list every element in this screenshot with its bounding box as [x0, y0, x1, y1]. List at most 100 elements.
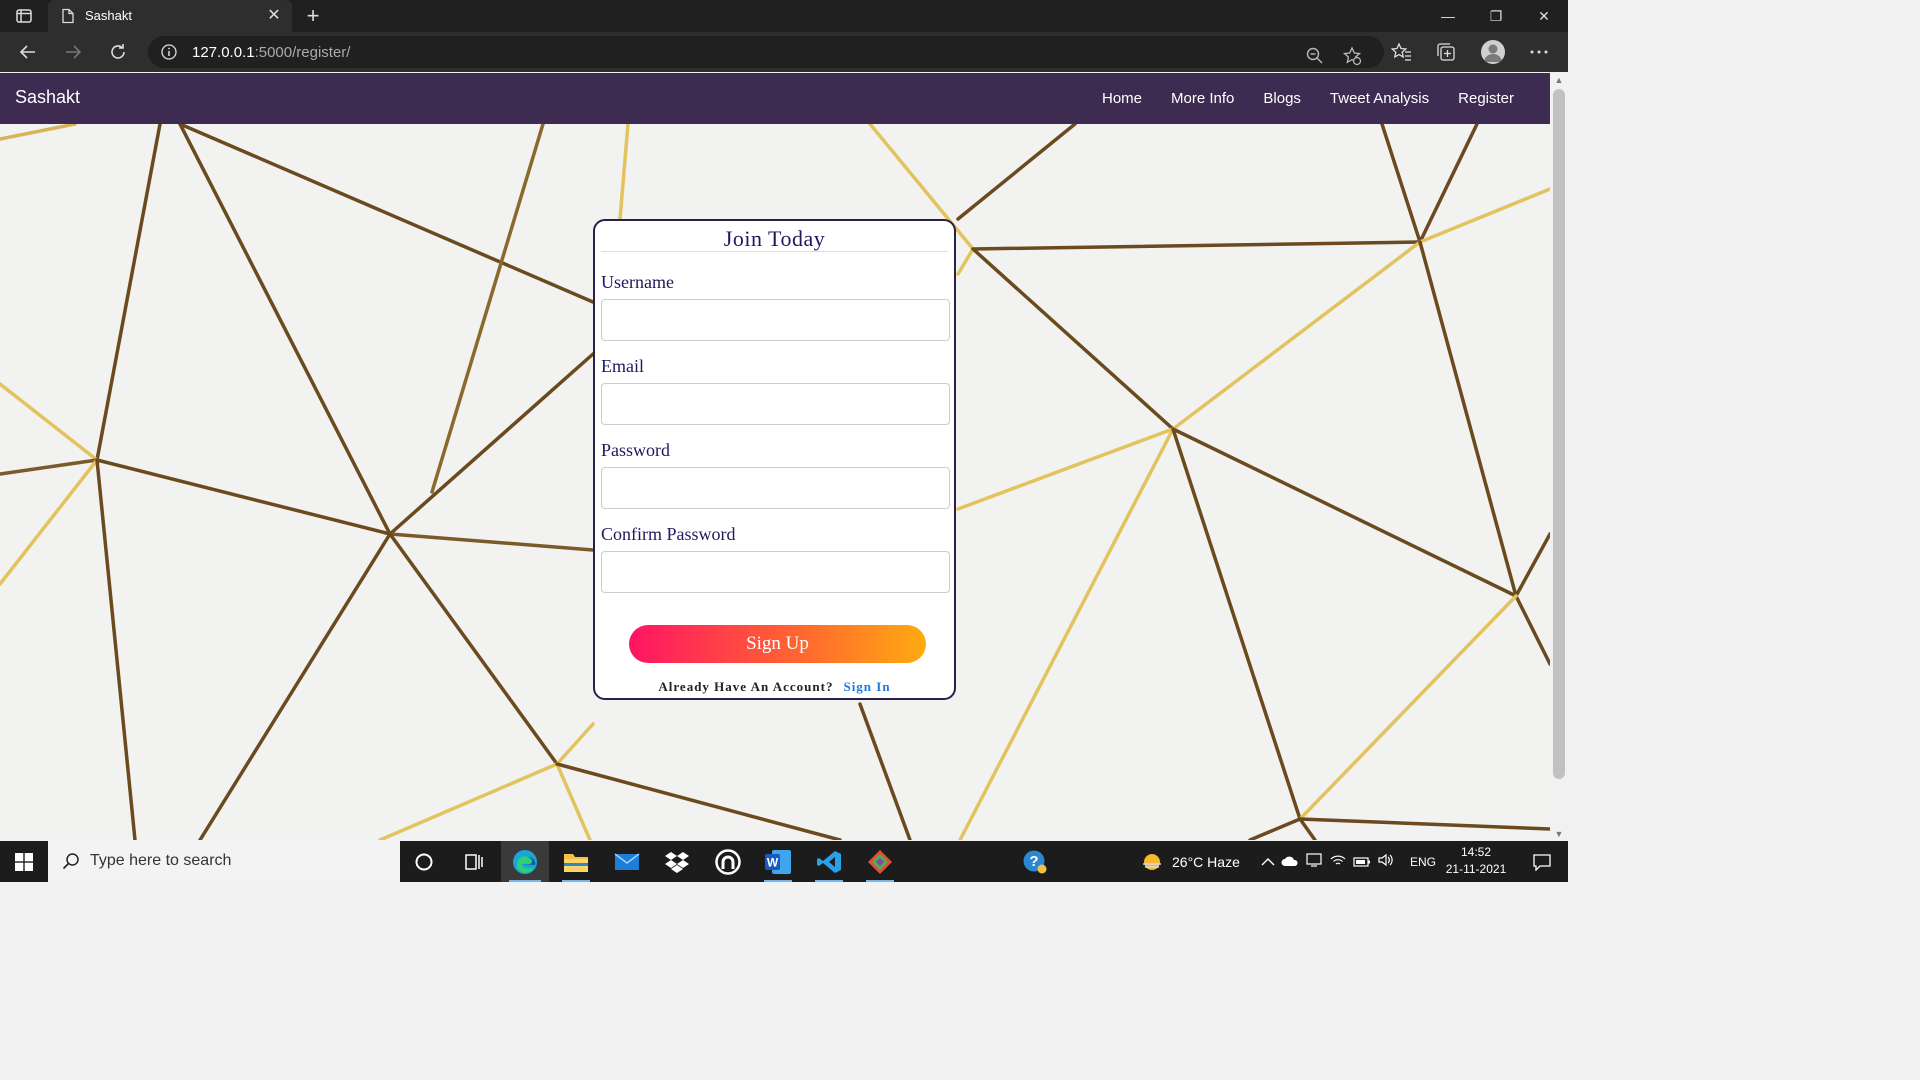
email-input[interactable] — [601, 383, 950, 425]
close-window-button[interactable]: ✕ — [1520, 0, 1568, 32]
weather-widget[interactable]: 26°C Haze — [1140, 841, 1240, 882]
folder-icon — [564, 853, 588, 872]
window-controls: — ❐ ✕ — [1424, 0, 1568, 32]
site-info-icon[interactable] — [160, 43, 178, 61]
task-view-icon — [465, 853, 483, 870]
wifi-icon[interactable] — [1326, 853, 1350, 870]
password-label: Password — [601, 440, 671, 460]
notification-display-icon[interactable] — [1302, 853, 1326, 870]
nav-blogs[interactable]: Blogs — [1263, 90, 1301, 107]
already-account-text: Already Have An Account? — [658, 679, 834, 694]
word-icon: W — [765, 849, 791, 874]
url-host: 127.0.0.1 — [192, 44, 255, 61]
more-options-icon[interactable] — [1527, 40, 1551, 64]
git-app-icon — [868, 849, 892, 874]
address-bar[interactable]: 127.0.0.1:5000/register/ — [148, 36, 1384, 68]
forward-arrow-icon — [66, 45, 82, 59]
windows-taskbar: Type here to search W ? 26°C Haze ENG 14… — [0, 841, 1568, 882]
taskbar-help[interactable]: ? — [1011, 841, 1059, 882]
taskbar-vscode[interactable] — [805, 841, 853, 882]
scroll-up-icon[interactable]: ▲ — [1550, 73, 1568, 87]
refresh-button[interactable] — [104, 38, 132, 66]
taskbar-search[interactable]: Type here to search — [48, 841, 400, 882]
taskbar-git-app[interactable] — [856, 841, 904, 882]
email-label: Email — [601, 356, 644, 376]
restore-button[interactable]: ❐ — [1472, 0, 1520, 32]
weather-text: 26°C Haze — [1172, 853, 1240, 870]
forward-button[interactable] — [59, 38, 87, 66]
nav-more-info[interactable]: More Info — [1171, 90, 1234, 107]
chevron-up-icon[interactable] — [1258, 854, 1278, 870]
username-input[interactable] — [601, 299, 950, 341]
action-center-button[interactable] — [1518, 841, 1566, 882]
svg-text:W: W — [767, 855, 779, 869]
taskbar-file-explorer[interactable] — [552, 841, 600, 882]
nav-home[interactable]: Home — [1102, 90, 1142, 107]
sign-up-button[interactable]: Sign Up — [629, 625, 926, 663]
mail-icon — [614, 852, 640, 870]
taskbar-mail[interactable] — [603, 841, 651, 882]
site-navbar: Sashakt Home More Info Blogs Tweet Analy… — [0, 73, 1550, 124]
password-input[interactable] — [601, 467, 950, 509]
username-label: Username — [601, 272, 674, 292]
edge-icon — [513, 849, 537, 874]
nav-links: Home More Info Blogs Tweet Analysis Regi… — [1073, 73, 1514, 124]
register-card: Join Today Username Email Password Confi… — [593, 219, 956, 700]
onedrive-icon[interactable] — [1278, 854, 1302, 870]
browser-toolbar: 127.0.0.1:5000/register/ — [0, 32, 1568, 72]
vscode-icon — [817, 850, 841, 873]
language-indicator[interactable]: ENG — [1410, 855, 1436, 869]
help-icon: ? — [1023, 850, 1047, 873]
scroll-down-icon[interactable]: ▼ — [1550, 827, 1568, 841]
tab-title: Sashakt — [85, 8, 132, 23]
cortana-icon — [415, 853, 433, 870]
confirm-password-input[interactable] — [601, 551, 950, 593]
taskbar-dropbox[interactable] — [653, 841, 701, 882]
taskbar-word[interactable]: W — [754, 841, 802, 882]
page-scrollbar[interactable]: ▲ ▼ — [1550, 73, 1568, 841]
task-view-button[interactable] — [450, 841, 498, 882]
nav-register[interactable]: Register — [1458, 90, 1514, 107]
cortana-button[interactable] — [400, 841, 448, 882]
scrollbar-thumb[interactable] — [1553, 89, 1565, 779]
browser-tab-active[interactable]: Sashakt ✕ — [48, 0, 292, 32]
volume-icon[interactable] — [1374, 853, 1398, 870]
tab-close-icon[interactable]: ✕ — [264, 6, 284, 26]
clock-time: 14:52 — [1460, 845, 1492, 859]
taskbar-edge[interactable] — [501, 841, 549, 882]
title-divider — [601, 251, 948, 252]
dropbox-icon — [665, 851, 689, 873]
confirm-password-label: Confirm Password — [601, 524, 736, 544]
signin-prompt: Already Have An Account? Sign In — [595, 679, 954, 695]
github-desktop-icon — [715, 848, 741, 875]
search-placeholder: Type here to search — [90, 852, 232, 869]
page-icon — [60, 8, 76, 24]
notification-icon — [1533, 853, 1551, 871]
sign-in-link[interactable]: Sign In — [843, 679, 890, 694]
url-path: :5000/register/ — [254, 44, 351, 61]
svg-text:?: ? — [1029, 853, 1038, 870]
collections-icon[interactable] — [1434, 40, 1458, 64]
taskbar-clock[interactable]: 14:52 21-11-2021 — [1440, 844, 1512, 878]
clock-date: 21-11-2021 — [1445, 862, 1507, 876]
sun-haze-icon — [1143, 853, 1161, 870]
battery-icon[interactable] — [1350, 854, 1374, 870]
add-favorite-icon[interactable] — [1342, 46, 1362, 66]
profile-avatar[interactable] — [1481, 40, 1505, 64]
zoom-icon[interactable] — [1305, 46, 1325, 66]
system-tray: ENG — [1258, 841, 1436, 882]
refresh-icon — [111, 44, 125, 59]
back-button[interactable] — [14, 38, 42, 66]
new-tab-button[interactable]: + — [302, 4, 324, 28]
windows-logo-icon — [15, 852, 33, 871]
favorites-icon[interactable] — [1389, 40, 1413, 64]
browser-tab-strip: Sashakt ✕ + — ❐ ✕ — [0, 0, 1568, 32]
form-title: Join Today — [723, 226, 826, 251]
tab-actions-icon[interactable] — [14, 6, 34, 26]
url-text: 127.0.0.1:5000/register/ — [192, 44, 350, 61]
taskbar-github-desktop[interactable] — [704, 841, 752, 882]
nav-tweet-analysis[interactable]: Tweet Analysis — [1330, 90, 1429, 107]
start-button[interactable] — [0, 841, 48, 882]
minimize-button[interactable]: — — [1424, 0, 1472, 32]
brand-logo[interactable]: Sashakt — [15, 87, 80, 108]
